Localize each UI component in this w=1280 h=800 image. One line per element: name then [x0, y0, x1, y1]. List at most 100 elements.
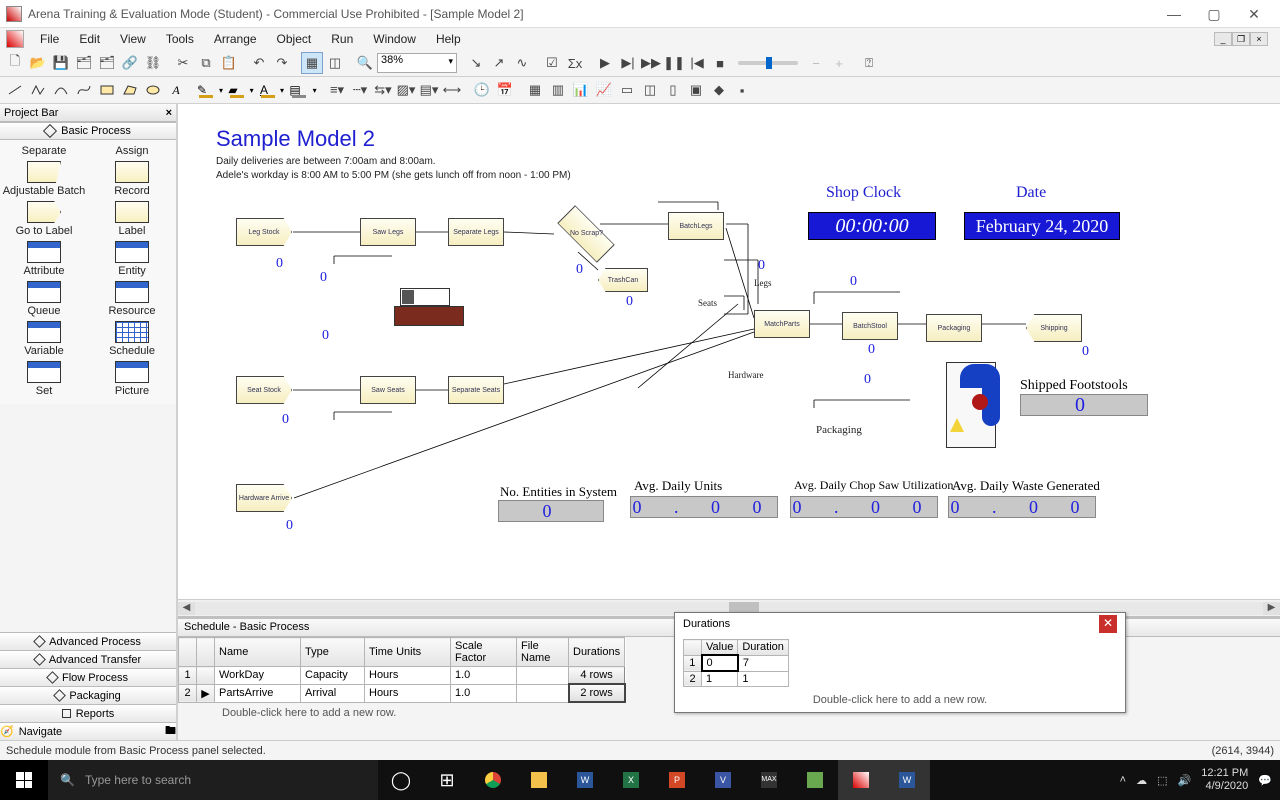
- ellipse-icon[interactable]: [142, 79, 164, 101]
- arena-icon[interactable]: [838, 760, 884, 800]
- word2-icon[interactable]: W: [884, 760, 930, 800]
- detach-icon[interactable]: ⛓: [142, 52, 164, 74]
- global-icon[interactable]: ◆: [708, 79, 730, 101]
- chrome-icon[interactable]: [470, 760, 516, 800]
- explorer-icon[interactable]: [516, 760, 562, 800]
- line-color-icon[interactable]: ✎: [195, 79, 225, 101]
- dropbox-icon[interactable]: ⬚: [1157, 774, 1167, 787]
- whatsthis-icon[interactable]: ⍰: [858, 52, 880, 74]
- popup-close[interactable]: ✕: [1099, 615, 1117, 633]
- line-weight-icon[interactable]: ≡▾: [326, 79, 348, 101]
- mod-seatstock[interactable]: Seat Stock: [236, 376, 292, 404]
- cortana-icon[interactable]: ◯: [378, 760, 424, 800]
- submodel-out-icon[interactable]: ↗: [488, 52, 510, 74]
- layer-icon[interactable]: ▤▾: [418, 79, 440, 101]
- template2-icon[interactable]: 🗂: [96, 52, 118, 74]
- chart-icon[interactable]: [792, 760, 838, 800]
- taskbar-search[interactable]: 🔍 Type here to search: [48, 760, 378, 800]
- module-assign[interactable]: Assign: [88, 144, 176, 158]
- check-icon[interactable]: ☑: [541, 52, 563, 74]
- dim-icon[interactable]: ⟷: [441, 79, 463, 101]
- run-fast-icon[interactable]: ▶▶: [640, 52, 662, 74]
- speed-slider[interactable]: [738, 61, 798, 65]
- spreadsheet-hint[interactable]: Double-click here to add a new row.: [178, 703, 626, 723]
- redo-icon[interactable]: ↷: [271, 52, 293, 74]
- pattern-icon[interactable]: ▨▾: [395, 79, 417, 101]
- parking-icon[interactable]: ▯: [662, 79, 684, 101]
- mod-matchparts[interactable]: MatchParts: [754, 310, 810, 338]
- durations-table[interactable]: ValueDuration 107 211: [683, 639, 789, 687]
- model-canvas[interactable]: Sample Model 2 Daily deliveries are betw…: [178, 104, 1280, 599]
- onedrive-icon[interactable]: ☁: [1136, 774, 1147, 787]
- hist-icon[interactable]: 📊: [570, 79, 592, 101]
- cut-icon[interactable]: ✂: [172, 52, 194, 74]
- fill-color-icon[interactable]: ▰: [226, 79, 256, 101]
- start-button[interactable]: [0, 760, 48, 800]
- mod-trashcan[interactable]: TrashCan: [598, 268, 648, 292]
- module-attribute[interactable]: Attribute: [0, 240, 88, 278]
- module-separate[interactable]: Separate: [0, 144, 88, 158]
- module-variable[interactable]: Variable: [0, 320, 88, 358]
- storage-icon[interactable]: ◫: [639, 79, 661, 101]
- template-icon[interactable]: 🗂: [73, 52, 95, 74]
- undo-icon[interactable]: ↶: [248, 52, 270, 74]
- visio-icon[interactable]: V: [700, 760, 746, 800]
- system-tray[interactable]: ˄ ☁ ⬚ 🔊 12:21 PM4/9/2020 💬: [1112, 767, 1280, 793]
- menu-run[interactable]: Run: [321, 30, 363, 48]
- sigma-icon[interactable]: Σx: [564, 52, 586, 74]
- mod-packaging[interactable]: Packaging: [926, 314, 982, 342]
- mod-hwarrive[interactable]: Hardware Arrive: [236, 484, 292, 512]
- date-icon[interactable]: 📅: [494, 79, 516, 101]
- panel-flow-process[interactable]: Flow Process: [0, 668, 176, 686]
- panel-adv-process[interactable]: Advanced Process: [0, 632, 176, 650]
- table-row[interactable]: 1 WorkDayCapacityHours1.04 rows: [179, 667, 625, 685]
- menu-edit[interactable]: Edit: [69, 30, 110, 48]
- connect-icon[interactable]: ∿: [511, 52, 533, 74]
- max-icon[interactable]: MAX: [746, 760, 792, 800]
- module-set[interactable]: Set: [0, 360, 88, 398]
- minimize-button[interactable]: —: [1154, 2, 1194, 26]
- panel-navigate[interactable]: 🧭Navigate🖿: [0, 722, 176, 740]
- table-row[interactable]: 2▶ PartsArriveArrivalHours1.02 rows: [179, 684, 625, 702]
- module-gotolabel[interactable]: Go to Label: [0, 200, 88, 238]
- zoom-icon[interactable]: 🔍: [354, 52, 376, 74]
- word-icon[interactable]: W: [562, 760, 608, 800]
- bezier-icon[interactable]: [73, 79, 95, 101]
- panel-reports[interactable]: Reports: [0, 704, 176, 722]
- text-icon[interactable]: A: [165, 79, 187, 101]
- menu-object[interactable]: Object: [267, 30, 322, 48]
- module-adjbatch[interactable]: Adjustable Batch: [0, 160, 88, 198]
- mod-shipping[interactable]: Shipping: [1026, 314, 1082, 342]
- level-icon[interactable]: ▥: [547, 79, 569, 101]
- module-entity[interactable]: Entity: [88, 240, 176, 278]
- mod-batchstool[interactable]: BatchStool: [842, 312, 898, 340]
- ppt-icon[interactable]: P: [654, 760, 700, 800]
- run-stop-icon[interactable]: ■: [709, 52, 731, 74]
- popup-hint[interactable]: Double-click here to add a new row.: [675, 691, 1125, 712]
- excel-icon[interactable]: X: [608, 760, 654, 800]
- module-label[interactable]: Label: [88, 200, 176, 238]
- seize-icon[interactable]: ▣: [685, 79, 707, 101]
- text-color-icon[interactable]: A: [257, 79, 287, 101]
- mdi-restore[interactable]: ❐: [1232, 32, 1250, 46]
- notifications-icon[interactable]: 💬: [1258, 774, 1272, 787]
- var-icon[interactable]: ▦: [524, 79, 546, 101]
- tray-chevron-icon[interactable]: ˄: [1120, 774, 1126, 786]
- rect-icon[interactable]: [96, 79, 118, 101]
- speed-minus-icon[interactable]: −: [805, 52, 827, 74]
- mod-sawseats[interactable]: Saw Seats: [360, 376, 416, 404]
- close-button[interactable]: ✕: [1234, 2, 1274, 26]
- project-bar-close[interactable]: ×: [166, 107, 172, 119]
- schedule-table[interactable]: Name Type Time Units Scale Factor File N…: [178, 637, 626, 703]
- new-icon[interactable]: 🗋: [4, 52, 26, 74]
- save-icon[interactable]: 💾: [50, 52, 72, 74]
- layers-icon[interactable]: ▦: [301, 52, 323, 74]
- queue-icon[interactable]: ▭: [616, 79, 638, 101]
- arrow-icon[interactable]: ⇆▾: [372, 79, 394, 101]
- speed-plus-icon[interactable]: +: [828, 52, 850, 74]
- run-pause-icon[interactable]: ❚❚: [663, 52, 685, 74]
- bg-color-icon[interactable]: ▤: [288, 79, 318, 101]
- mod-sawlegs[interactable]: Saw Legs: [360, 218, 416, 246]
- plot-icon[interactable]: 📈: [593, 79, 615, 101]
- polyline-icon[interactable]: [27, 79, 49, 101]
